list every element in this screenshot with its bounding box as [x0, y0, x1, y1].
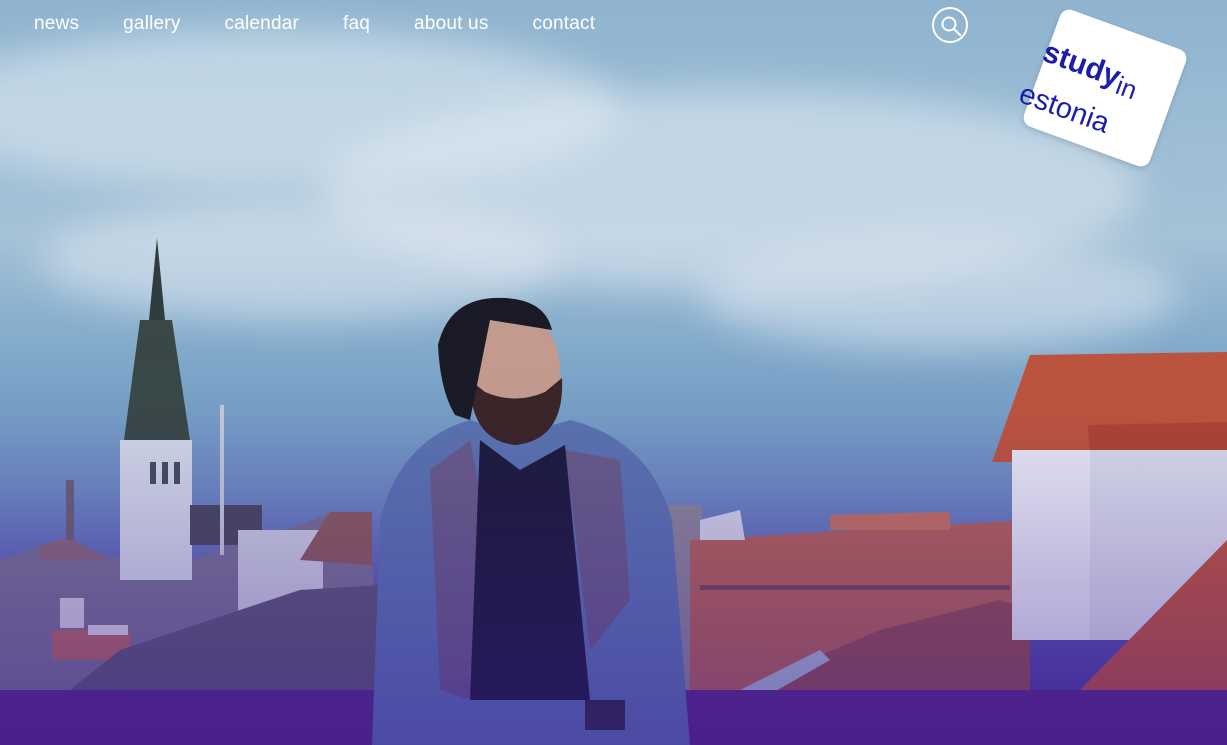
nav-item-contact[interactable]: contact	[533, 13, 596, 35]
main-nav: news gallery calendar faq about us conta…	[34, 13, 595, 35]
nav-item-gallery[interactable]: gallery	[123, 13, 180, 35]
nav-item-calendar[interactable]: calendar	[225, 13, 299, 35]
search-icon	[941, 16, 962, 37]
nav-item-about-us[interactable]: about us	[414, 13, 489, 35]
search-button[interactable]	[932, 7, 968, 43]
nav-item-news[interactable]: news	[34, 13, 79, 35]
nav-item-faq[interactable]: faq	[343, 13, 370, 35]
